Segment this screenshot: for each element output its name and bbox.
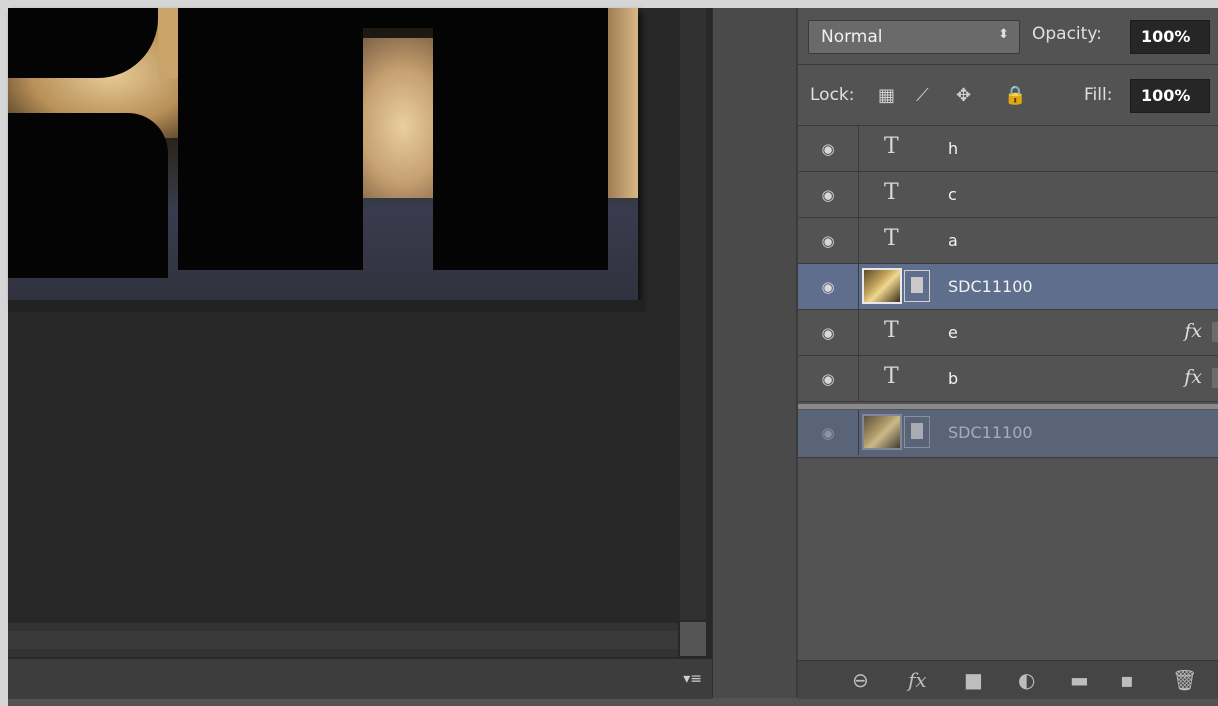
layer-row-clipping-base[interactable]: ◉ SDC11100 bbox=[798, 410, 1218, 458]
lock-row: Lock: ▦ ⟋ ✥ 🔒 Fill: 100% bbox=[798, 65, 1218, 126]
trash-icon[interactable]: 🗑 bbox=[1172, 669, 1197, 691]
text-layer-icon: T bbox=[884, 226, 899, 251]
eye-icon: ◉ bbox=[821, 140, 835, 158]
blend-mode-select[interactable]: Normal ⬍ bbox=[808, 20, 1020, 54]
link-icon[interactable]: ⊖ bbox=[852, 669, 869, 691]
opacity-field[interactable]: 100% bbox=[1130, 20, 1210, 54]
horizontal-scrollbar[interactable] bbox=[8, 622, 678, 657]
visibility-toggle[interactable]: ◉ bbox=[798, 410, 859, 455]
lock-all-padlock-icon[interactable]: 🔒 bbox=[1004, 85, 1026, 106]
fill-value: 100% bbox=[1141, 86, 1191, 105]
layer-name[interactable]: SDC11100 bbox=[948, 423, 1033, 442]
horizontal-scrollbar-track[interactable] bbox=[8, 631, 678, 649]
status-menu-icon[interactable]: ▾≡ bbox=[680, 671, 702, 687]
visibility-toggle[interactable]: ◉ bbox=[798, 310, 859, 355]
effects-expand-arrow[interactable] bbox=[1212, 322, 1218, 342]
layer-row[interactable]: ◉ T e fx bbox=[798, 310, 1218, 356]
lock-transparent-pixels-icon[interactable]: ▦ bbox=[878, 85, 895, 106]
visibility-toggle[interactable]: ◉ bbox=[798, 126, 859, 171]
text-layer-icon: T bbox=[884, 364, 899, 389]
eye-icon: ◉ bbox=[821, 424, 835, 442]
layer-row-selected[interactable]: ◉ SDC11100 bbox=[798, 264, 1218, 310]
window-top-edge bbox=[0, 0, 1218, 8]
folder-icon[interactable]: ▬ bbox=[1070, 669, 1089, 691]
lock-label: Lock: bbox=[810, 85, 855, 105]
blend-mode-value: Normal bbox=[821, 27, 883, 47]
visibility-toggle[interactable]: ◉ bbox=[798, 356, 859, 401]
layer-name[interactable]: SDC11100 bbox=[948, 277, 1033, 296]
text-layer-icon: T bbox=[884, 318, 899, 343]
dropdown-arrows-icon: ⬍ bbox=[998, 27, 1009, 42]
document-drop-shadow bbox=[8, 300, 646, 312]
layer-thumbnail bbox=[862, 268, 902, 304]
layers-panel: Normal ⬍ Opacity: 100% Lock: ▦ ⟋ ✥ 🔒 Fil… bbox=[796, 8, 1218, 699]
new-layer-icon[interactable]: ▪ bbox=[1120, 669, 1134, 691]
status-bar: ▾≡ bbox=[8, 658, 712, 699]
fx-icon[interactable]: fx bbox=[908, 669, 927, 691]
smart-object-icon bbox=[904, 416, 930, 448]
window-left-edge bbox=[0, 0, 8, 706]
visibility-toggle[interactable]: ◉ bbox=[798, 264, 859, 309]
fill-field[interactable]: 100% bbox=[1130, 79, 1210, 113]
layer-name[interactable]: h bbox=[948, 139, 958, 158]
layer-list: ◉ T h ◉ T c ◉ T a ◉ SDC11100 ◉ T e fx ◉ … bbox=[798, 126, 1218, 660]
layer-row[interactable]: ◉ T c bbox=[798, 172, 1218, 218]
layer-effects-icon[interactable]: fx bbox=[1184, 366, 1202, 388]
vertical-scrollbar-track[interactable] bbox=[680, 8, 706, 620]
eye-icon: ◉ bbox=[821, 232, 835, 250]
opacity-label: Opacity: bbox=[1032, 24, 1102, 44]
panel-gutter bbox=[712, 8, 799, 698]
layer-row[interactable]: ◉ T b fx bbox=[798, 356, 1218, 402]
blend-row: Normal ⬍ Opacity: 100% bbox=[798, 8, 1218, 65]
text-layer-icon: T bbox=[884, 180, 899, 205]
eye-icon: ◉ bbox=[821, 370, 835, 388]
scrollbar-corner bbox=[680, 622, 706, 656]
layer-name[interactable]: b bbox=[948, 369, 958, 388]
eye-icon: ◉ bbox=[821, 324, 835, 342]
layer-name[interactable]: c bbox=[948, 185, 957, 204]
visibility-toggle[interactable]: ◉ bbox=[798, 218, 859, 263]
clipping-divider bbox=[798, 404, 1218, 409]
eye-icon: ◉ bbox=[821, 186, 835, 204]
layers-panel-footer: ⊖ fx ■ ◐ ▬ ▪ 🗑 bbox=[798, 660, 1218, 699]
mask-icon[interactable]: ■ bbox=[964, 669, 983, 691]
smart-object-icon bbox=[904, 270, 930, 302]
fill-label: Fill: bbox=[1084, 85, 1113, 105]
lock-image-pixels-brush-icon[interactable]: ⟋ bbox=[916, 85, 929, 106]
layer-effects-icon[interactable]: fx bbox=[1184, 320, 1202, 342]
lock-position-move-icon[interactable]: ✥ bbox=[956, 85, 971, 106]
layer-row[interactable]: ◉ T a bbox=[798, 218, 1218, 264]
layer-name[interactable]: e bbox=[948, 323, 958, 342]
opacity-value: 100% bbox=[1141, 27, 1191, 46]
eye-icon: ◉ bbox=[821, 278, 835, 296]
visibility-toggle[interactable]: ◉ bbox=[798, 172, 859, 217]
document-canvas-area[interactable] bbox=[8, 8, 712, 658]
effects-expand-arrow[interactable] bbox=[1212, 368, 1218, 388]
adjustment-icon[interactable]: ◐ bbox=[1018, 669, 1035, 691]
layer-name[interactable]: a bbox=[948, 231, 958, 250]
document-image[interactable] bbox=[8, 8, 638, 300]
text-layer-icon: T bbox=[884, 134, 899, 159]
layer-row[interactable]: ◉ T h bbox=[798, 126, 1218, 172]
layer-thumbnail bbox=[862, 414, 902, 450]
